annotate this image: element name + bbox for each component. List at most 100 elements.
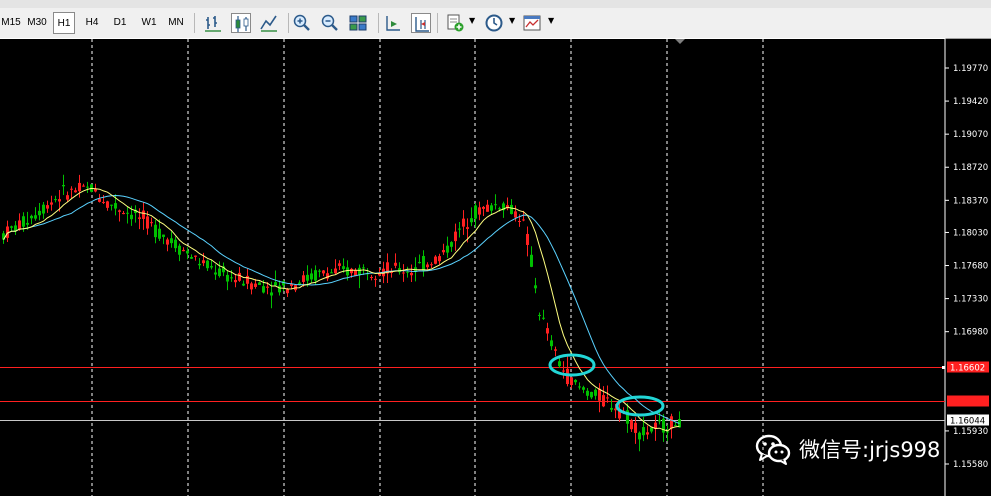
candle-body xyxy=(170,238,173,244)
candle-body xyxy=(610,407,613,410)
candle-body xyxy=(22,216,25,227)
candle-body xyxy=(450,242,453,247)
candle-body xyxy=(166,239,169,245)
templates-icon[interactable] xyxy=(522,13,542,33)
candle-body xyxy=(438,256,441,262)
bar-chart-icon[interactable] xyxy=(203,13,223,33)
candle-body xyxy=(582,387,585,390)
indicators-icon[interactable] xyxy=(445,13,465,33)
candle-body xyxy=(522,219,525,221)
candle-body xyxy=(46,205,49,209)
zoom-in-icon[interactable] xyxy=(292,13,312,33)
candle-body xyxy=(74,190,77,193)
chart-toolbar: M15 M30 H1 H4 D1 W1 MN ▼ ▼ ▼ xyxy=(0,0,991,39)
timeframe-h1-button[interactable]: H1 xyxy=(53,12,75,34)
candle-body xyxy=(34,215,37,219)
candle-body xyxy=(546,328,549,334)
candle-body xyxy=(406,271,409,273)
candle-body xyxy=(538,314,541,316)
watermark-text: 微信号:jrjs998 xyxy=(799,438,941,462)
candle-body xyxy=(562,370,565,372)
candle-body xyxy=(482,206,485,209)
candle-body xyxy=(570,377,573,386)
candle-body xyxy=(210,266,213,268)
auto-scroll-icon[interactable] xyxy=(383,13,403,33)
toolbar-separator xyxy=(378,13,379,33)
dropdown-arrow-icon[interactable]: ▼ xyxy=(509,16,515,25)
candle-body xyxy=(374,278,377,280)
candle-body xyxy=(462,218,465,227)
zoom-out-icon[interactable] xyxy=(320,13,340,33)
candle-body xyxy=(174,239,177,249)
timeframe-h4-button[interactable]: H4 xyxy=(81,12,103,34)
candle-body xyxy=(442,250,445,253)
candlestick-chart-icon[interactable] xyxy=(231,13,251,33)
candle-body xyxy=(198,263,201,266)
candle-body xyxy=(50,202,53,205)
candle-body xyxy=(178,245,181,255)
candle-body xyxy=(110,204,113,206)
tile-windows-icon[interactable] xyxy=(348,13,368,33)
timeframe-m15-button[interactable]: M15 xyxy=(0,12,22,34)
price-chart[interactable]: 1.19770 1.19420 1.19070 1.18720 1.18370 1.180… xyxy=(0,38,991,496)
candle-body xyxy=(470,218,473,223)
candle-body xyxy=(454,231,457,242)
candle-body xyxy=(334,268,337,274)
price-axis-label: 1.16980 xyxy=(953,328,988,338)
candle-body xyxy=(330,272,333,274)
candle-body xyxy=(270,292,273,296)
candle-body xyxy=(154,224,157,238)
dropdown-arrow-icon[interactable]: ▼ xyxy=(548,16,554,25)
toolbar-separator xyxy=(194,13,195,33)
candle-body xyxy=(398,268,401,273)
candle-body xyxy=(106,201,109,208)
candle-body xyxy=(338,263,341,266)
timeframe-m30-button[interactable]: M30 xyxy=(24,12,50,34)
candle-body xyxy=(214,272,217,275)
candle-body xyxy=(606,397,609,399)
candle-body xyxy=(594,389,597,396)
line-chart-icon[interactable] xyxy=(259,13,279,33)
candle-body xyxy=(658,419,661,422)
candle-body xyxy=(274,282,277,286)
candle-body xyxy=(266,286,269,288)
candle-body xyxy=(478,207,481,215)
level-handle[interactable] xyxy=(942,366,945,369)
candle-body xyxy=(194,255,197,257)
timeframe-d1-button[interactable]: D1 xyxy=(109,12,131,34)
chart-shift-marker[interactable] xyxy=(675,39,685,44)
candle-body xyxy=(118,210,121,212)
candle-body xyxy=(670,416,673,429)
price-level-tag-label: 1.16602 xyxy=(950,364,985,374)
candle-body xyxy=(674,425,677,427)
candle-body xyxy=(314,270,317,281)
chart-shift-icon[interactable] xyxy=(411,13,431,33)
periods-clock-icon[interactable] xyxy=(484,13,504,33)
candle-body xyxy=(206,260,209,269)
timeframe-mn-button[interactable]: MN xyxy=(165,12,187,34)
candle-body xyxy=(130,214,133,220)
timeframe-w1-button[interactable]: W1 xyxy=(138,12,160,34)
candle-body xyxy=(642,427,645,436)
price-axis-label: 1.17330 xyxy=(953,295,988,305)
candle-body xyxy=(358,267,361,276)
candle-body xyxy=(590,391,593,398)
candle-body xyxy=(122,212,125,215)
watermark: 微信号:jrjs998 xyxy=(755,432,940,466)
candle-body xyxy=(286,289,289,294)
candle-body xyxy=(638,432,641,440)
candle-body xyxy=(18,220,21,230)
price-level-tag-label: 1.16044 xyxy=(950,417,985,427)
candle-body xyxy=(310,273,313,280)
chart-canvas[interactable]: 1.19770 1.19420 1.19070 1.18720 1.18370 1.180… xyxy=(0,38,991,496)
dropdown-arrow-icon[interactable]: ▼ xyxy=(469,16,475,25)
candle-body xyxy=(54,199,57,201)
window-title-strip xyxy=(0,0,991,8)
candle-body xyxy=(86,186,89,188)
candle-body xyxy=(82,185,85,187)
candle-body xyxy=(430,264,433,266)
candle-body xyxy=(234,279,237,283)
candle-body xyxy=(302,275,305,282)
candle-body xyxy=(346,267,349,276)
candle-body xyxy=(566,368,569,385)
